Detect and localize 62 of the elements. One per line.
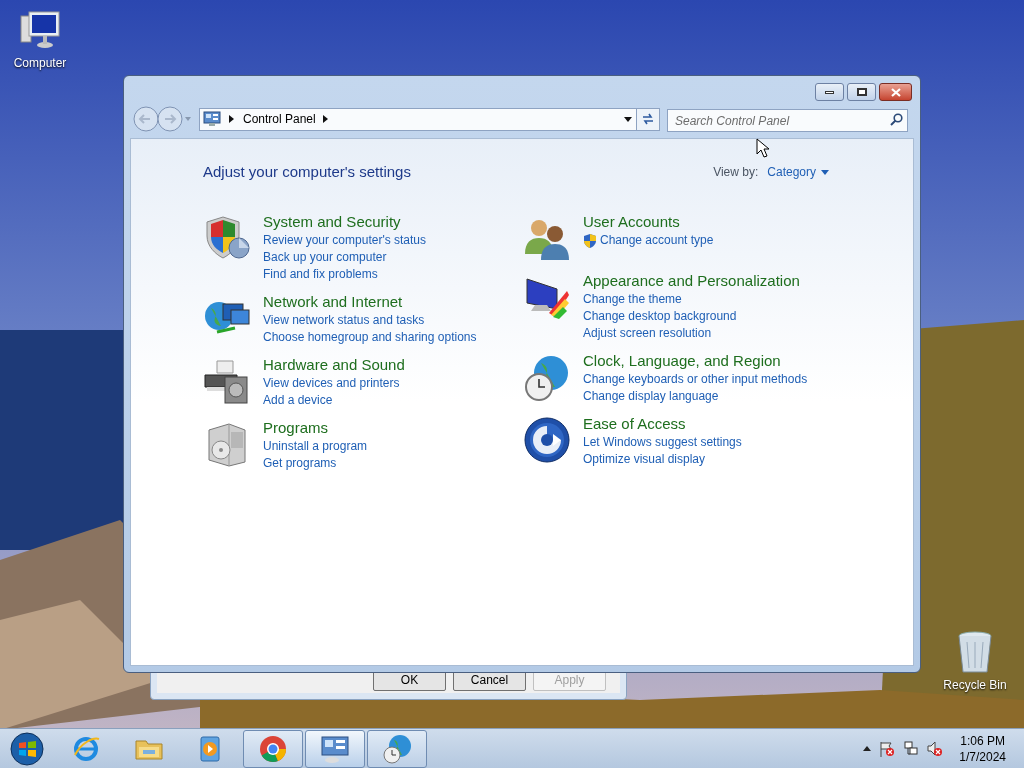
task-link[interactable]: Change the theme xyxy=(583,290,682,308)
search-field[interactable]: Search Control Panel xyxy=(667,109,908,132)
category-link[interactable]: User Accounts xyxy=(583,212,714,231)
page-heading: Adjust your computer's settings xyxy=(203,162,411,182)
refresh-button[interactable] xyxy=(637,107,660,131)
desktop-icon-label[interactable]: Recycle Bin xyxy=(943,676,1007,694)
task-link[interactable]: Add a device xyxy=(263,391,333,409)
breadcrumb-arrow-icon[interactable] xyxy=(229,115,234,123)
task-link[interactable]: Let Windows suggest settings xyxy=(583,433,742,451)
close-button[interactable] xyxy=(879,83,912,101)
desktop-icon-label[interactable]: Computer xyxy=(13,54,67,72)
task-link[interactable]: Change keyboards or other input methods xyxy=(583,370,808,388)
show-hidden-icons-button[interactable] xyxy=(863,746,872,751)
control-panel-icon xyxy=(203,111,221,127)
breadcrumb-arrow-icon[interactable] xyxy=(322,115,328,123)
taskbar-button[interactable] xyxy=(305,729,365,768)
network-icon[interactable] xyxy=(903,740,920,757)
category-link[interactable]: System and Security xyxy=(263,212,427,231)
flag-icon[interactable] xyxy=(879,740,896,757)
task-link[interactable]: Back up your computer xyxy=(263,248,387,266)
globe-clock-icon xyxy=(381,732,413,765)
task-link[interactable]: Change desktop background xyxy=(583,307,737,325)
shield-drawing[interactable] xyxy=(203,213,251,262)
view-by-dropdown[interactable]: Category xyxy=(767,163,829,182)
task-link[interactable]: Change display language xyxy=(583,387,719,405)
task-link[interactable]: Get programs xyxy=(263,454,337,472)
address-bar[interactable]: Control Panel xyxy=(199,107,637,131)
task-link[interactable]: Review your computer's status xyxy=(263,231,427,249)
mouse-cursor-icon xyxy=(756,138,770,158)
task-link[interactable]: Adjust screen resolution xyxy=(583,324,712,342)
taskbar-button[interactable] xyxy=(367,729,427,768)
caret-icon xyxy=(821,169,829,175)
task-link[interactable]: Find and fix problems xyxy=(263,265,378,283)
accessibility-drawing[interactable] xyxy=(523,415,571,464)
task-link[interactable]: View network status and tasks xyxy=(263,311,425,329)
uac-shield-icon xyxy=(583,232,597,248)
breadcrumb-item[interactable]: Control Panel xyxy=(243,110,316,128)
category-link[interactable]: Programs xyxy=(263,418,368,437)
minimize-icon xyxy=(825,90,834,94)
speaker-muted-icon[interactable] xyxy=(927,740,944,757)
task-link[interactable]: View devices and printers xyxy=(263,374,400,392)
task-link[interactable]: Optimize visual display xyxy=(583,450,706,468)
clock[interactable]: 1:06 PM 1/7/2024 xyxy=(959,732,1006,765)
restore-icon xyxy=(856,88,867,96)
refresh-icon xyxy=(641,113,655,125)
category-link[interactable]: Clock, Language, and Region xyxy=(583,351,808,370)
dropdown-arrow-icon[interactable] xyxy=(624,116,632,122)
category-link[interactable]: Appearance and Personalization xyxy=(583,271,800,290)
maximize-button[interactable] xyxy=(847,83,876,101)
view-by-label: View by: xyxy=(713,164,759,182)
taskbar-button[interactable] xyxy=(243,729,303,768)
minimize-button[interactable] xyxy=(815,83,844,101)
category-link[interactable]: Ease of Access xyxy=(583,414,742,433)
task-link[interactable]: Uninstall a program xyxy=(263,437,368,455)
category-link[interactable]: Network and Internet xyxy=(263,292,477,311)
task-link[interactable]: Choose homegroup and sharing options xyxy=(263,328,477,346)
task-link[interactable]: Change account type xyxy=(600,231,714,249)
recycle-bin-icon[interactable] xyxy=(955,630,995,676)
close-icon xyxy=(890,87,901,97)
search-icon[interactable] xyxy=(890,112,903,126)
category-link[interactable]: Hardware and Sound xyxy=(263,355,405,374)
windows-logo-icon xyxy=(10,731,44,766)
